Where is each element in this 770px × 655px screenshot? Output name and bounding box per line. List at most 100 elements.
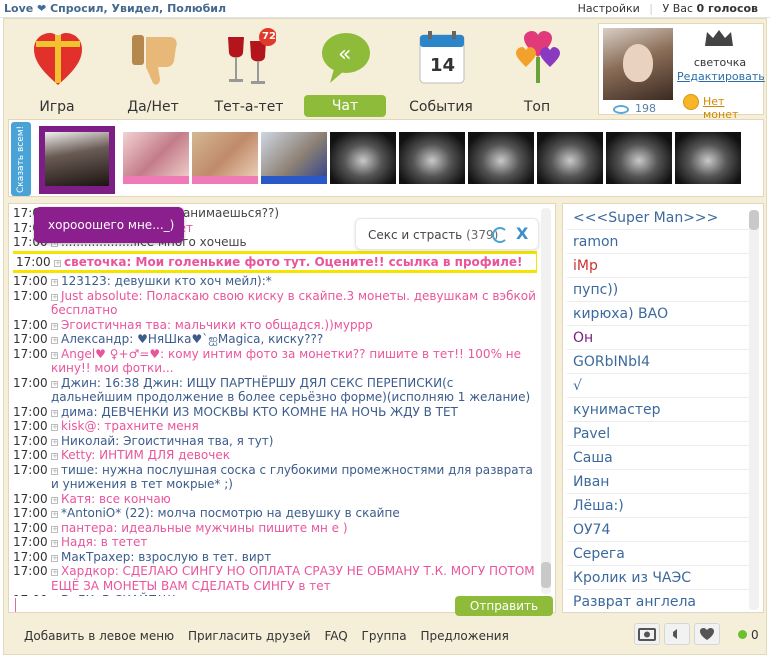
expand-icon[interactable]: + xyxy=(51,337,58,344)
message-text[interactable]: пантера: идеальные мужчины пишите мн е ) xyxy=(61,521,348,535)
message-text[interactable]: Эгоистичная тва: мальчики кто общадся.))… xyxy=(61,318,373,332)
thumbnail[interactable] xyxy=(123,132,189,184)
expand-icon[interactable]: + xyxy=(51,453,58,460)
message-text[interactable]: светочка: Мои голенькие фото тут. Оценит… xyxy=(64,255,523,269)
thumbnail[interactable] xyxy=(261,132,327,184)
user-list-item[interactable]: Он xyxy=(567,326,749,350)
views-count: 198 xyxy=(635,102,656,115)
chat-message: 17:00 + *AntoniO* (22): молча посмотрю на … xyxy=(13,506,537,521)
user-list-item[interactable]: iMp xyxy=(567,254,749,278)
expand-icon[interactable]: + xyxy=(51,409,58,417)
thumbnail[interactable] xyxy=(192,132,258,184)
thumbnail[interactable] xyxy=(675,132,741,184)
message-text[interactable]: Just absolute: Поласкаю свою киску в ска… xyxy=(51,289,536,318)
top-bar: Love ❤ Спросил, Увидел, Полюбил Настройк… xyxy=(0,0,770,18)
user-list-item[interactable]: Серега xyxy=(567,542,749,566)
message-input[interactable] xyxy=(15,598,453,612)
expand-icon[interactable]: + xyxy=(51,351,58,359)
message-text[interactable]: Ketty: ИНТИМ ДЛЯ девочек xyxy=(61,448,230,462)
group-link[interactable]: Группа xyxy=(362,629,407,643)
expand-icon[interactable]: + xyxy=(51,293,58,301)
user-list-item[interactable]: ОУ74 xyxy=(567,518,749,542)
user-list-panel: <<<Super Man>>> ramon iMp пупс)) кирюха) ВАО… xyxy=(562,203,764,614)
user-list-item[interactable]: √ xyxy=(567,374,749,398)
user-list-item[interactable]: ramon xyxy=(567,230,749,254)
expand-icon[interactable]: + xyxy=(51,540,58,547)
message-text[interactable]: Катя: все кончаю xyxy=(61,492,171,506)
invite-friends-link[interactable]: Пригласить друзей xyxy=(188,629,311,643)
message-text[interactable]: Александр: ♥НяШка♥`ஐMagica, киску??? xyxy=(61,332,323,346)
users-scrollbar[interactable] xyxy=(749,210,759,610)
expand-icon[interactable]: + xyxy=(51,322,58,330)
thumbnail[interactable] xyxy=(537,132,603,184)
thumbnail[interactable] xyxy=(468,132,534,184)
thumbnail[interactable] xyxy=(330,132,396,184)
user-list-item[interactable]: кунимастер xyxy=(567,398,749,422)
suggestions-link[interactable]: Предложения xyxy=(420,629,508,643)
user-list-item[interactable]: пупс)) xyxy=(567,278,749,302)
app-brand[interactable]: Love ❤ Спросил, Увидел, Полюбил xyxy=(4,2,226,15)
user-list-item[interactable]: кирюха) ВАО xyxy=(567,302,749,326)
nav-item-yes-no[interactable]: Да/Нет xyxy=(108,23,198,117)
expand-icon[interactable]: + xyxy=(51,467,58,475)
nav-item-chat[interactable]: « Чат xyxy=(300,23,390,117)
add-to-menu-link[interactable]: Добавить в левое меню xyxy=(24,629,174,643)
message-text[interactable]: Хардкор: СДЕЛАЮ СИНГУ НО ОПЛАТА СРАЗУ НЕ… xyxy=(51,564,535,593)
message-text[interactable]: Николай: Эгоистичная тва, я тут) xyxy=(61,434,273,448)
nav-item-top[interactable]: Топ xyxy=(492,23,582,117)
refresh-icon[interactable] xyxy=(492,227,508,243)
thumbnail[interactable] xyxy=(399,132,465,184)
nav-item-events[interactable]: 14 События xyxy=(396,23,486,117)
message-text[interactable]: Надя: в тетет xyxy=(61,535,147,549)
room-name[interactable]: Секс и страсть (379) xyxy=(368,228,498,242)
message-text[interactable]: Джин: 16:38 Джин: ИЩУ ПАРТНЁРШУ ДЯЛ СЕКС… xyxy=(51,376,530,405)
sound-button[interactable] xyxy=(664,623,690,645)
message-text[interactable]: *AntoniO* (22): молча посмотрю на девушк… xyxy=(61,506,400,520)
online-count: 0 xyxy=(751,628,759,642)
coins-link[interactable]: Нет монет xyxy=(703,95,763,121)
settings-link[interactable]: Настройки xyxy=(578,2,640,15)
user-list-item[interactable]: Кролик из ЧАЭС xyxy=(567,566,749,590)
expand-icon[interactable]: + xyxy=(51,279,58,286)
message-text[interactable]: 123123: девушки кто хоч мейл):* xyxy=(61,274,272,288)
nav-item-tete-a-tete[interactable]: 72 Тет-а-тет xyxy=(204,23,294,117)
user-list-item[interactable]: Саша xyxy=(567,446,749,470)
camera-button[interactable] xyxy=(634,623,660,645)
nav-item-game[interactable]: Игра xyxy=(12,23,102,117)
user-list-item[interactable]: Лёша:) xyxy=(567,494,749,518)
say-all-button[interactable]: Сказать всем! xyxy=(11,122,31,196)
edit-profile-link[interactable]: Редактировать xyxy=(677,70,765,83)
message-text[interactable]: kisk@: трахните меня xyxy=(61,419,199,433)
message-text[interactable]: дима: ДЕВЧЕНКИ ИЗ МОСКВЫ КТО КОМНЕ НА НО… xyxy=(61,405,458,419)
thumbnail-image xyxy=(45,132,109,186)
user-list-item[interactable]: <<<Super Man>>> xyxy=(567,206,749,230)
scroll-thumb[interactable] xyxy=(749,210,759,230)
expand-icon[interactable]: + xyxy=(51,525,58,533)
expand-icon[interactable]: + xyxy=(51,496,58,504)
scroll-thumb[interactable] xyxy=(541,562,551,588)
expand-icon[interactable]: + xyxy=(51,438,58,446)
message-text[interactable]: МакТрахер: взрослую в тет. вирт xyxy=(61,550,271,564)
expand-icon[interactable]: + xyxy=(51,569,58,576)
expand-icon[interactable]: + xyxy=(51,511,58,518)
faq-link[interactable]: FAQ xyxy=(324,629,347,643)
user-list-item[interactable]: Pavel xyxy=(567,422,749,446)
expand-icon[interactable]: + xyxy=(51,424,58,431)
expand-icon[interactable]: + xyxy=(54,259,61,267)
thumbnail[interactable] xyxy=(606,132,672,184)
avatar[interactable] xyxy=(603,28,673,100)
user-list-item[interactable]: Иван xyxy=(567,470,749,494)
divider: | xyxy=(649,2,653,15)
nav-label: Чат xyxy=(304,95,386,117)
message-text[interactable]: Angel♥ ♀+♂=♥: кому интим фото за монетки… xyxy=(51,347,521,376)
send-button[interactable]: Отправить xyxy=(455,596,553,616)
user-list-item[interactable]: Разврат англела xyxy=(567,590,749,614)
chat-scrollbar[interactable] xyxy=(541,208,551,594)
expand-icon[interactable]: + xyxy=(51,380,58,388)
expand-icon[interactable]: + xyxy=(51,554,58,562)
thumbnail-selected[interactable] xyxy=(39,126,115,194)
message-text[interactable]: тише: нужна послушная соска с глубокими … xyxy=(51,463,533,492)
close-icon[interactable]: X xyxy=(516,224,528,243)
favorites-button[interactable] xyxy=(694,623,720,645)
user-list-item[interactable]: GORbINbI4 xyxy=(567,350,749,374)
